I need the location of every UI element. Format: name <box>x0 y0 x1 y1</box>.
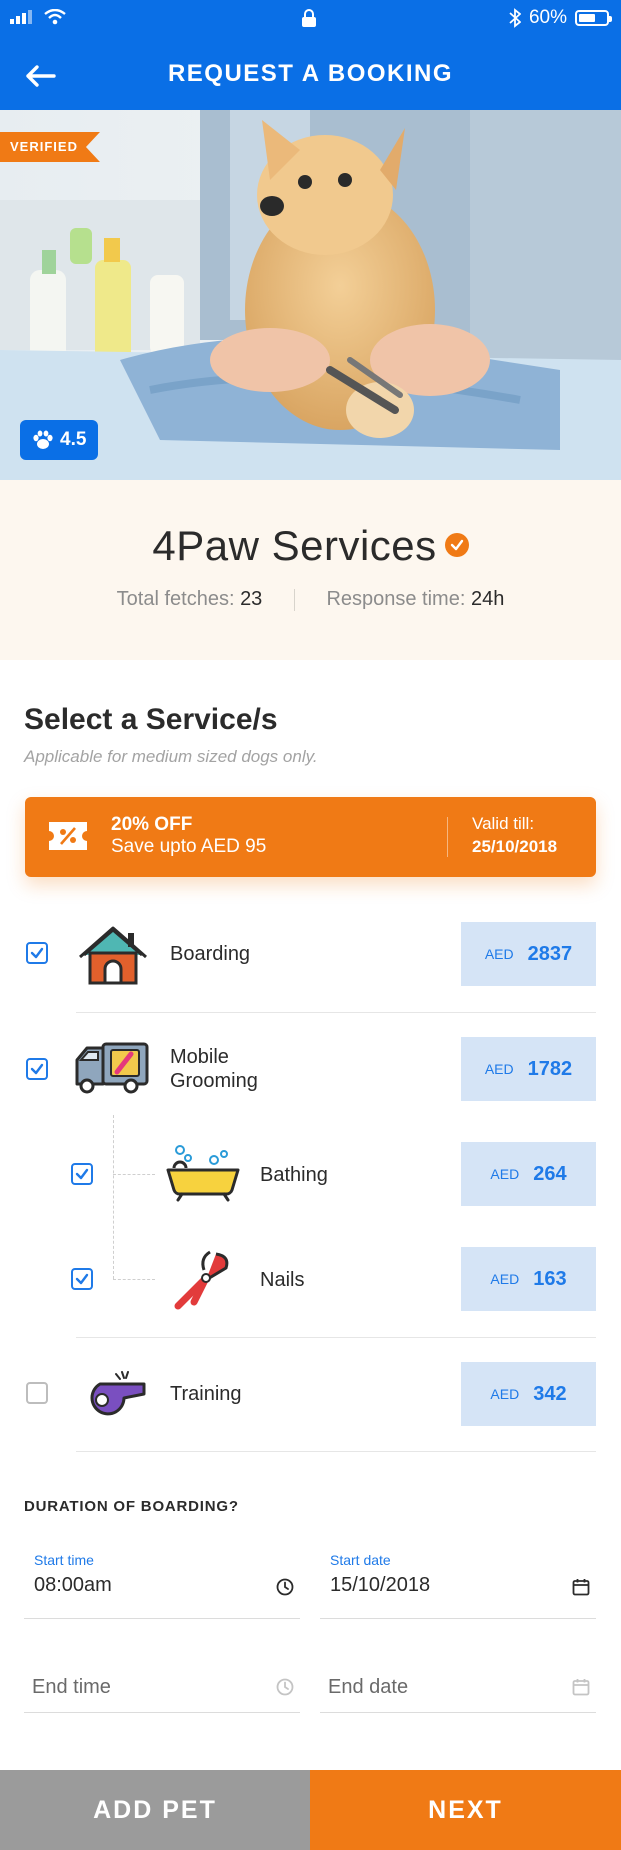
check-badge-icon <box>444 532 469 557</box>
provider-name-row: 4Paw Services <box>0 522 621 570</box>
price-amount: 2837 <box>527 942 573 965</box>
response-time-label: Response time: <box>326 588 466 610</box>
house-icon <box>79 926 147 985</box>
offer-valid-date: 25/10/2018 <box>472 837 558 856</box>
price-amount: 342 <box>533 1382 567 1405</box>
price-bathing[interactable]: AED 264 <box>461 1142 596 1206</box>
whistle-icon <box>90 1371 146 1416</box>
price-currency: AED <box>484 1061 514 1077</box>
offer-title: 20% OFF <box>111 814 193 835</box>
verified-badge: VERIFIED <box>0 132 100 162</box>
start-time-value: 08:00am <box>34 1574 112 1596</box>
checkbox-boarding[interactable] <box>26 942 48 964</box>
check-icon <box>30 1063 44 1075</box>
price-amount: 1782 <box>527 1057 573 1080</box>
start-date-field[interactable]: Start date 15/10/2018 <box>320 1538 596 1619</box>
rating-value: 4.5 <box>60 429 87 450</box>
price-nails[interactable]: AED 163 <box>461 1247 596 1311</box>
service-divider <box>76 1012 596 1013</box>
page-title: REQUEST A BOOKING <box>167 60 454 87</box>
status-right: 60% <box>509 7 612 29</box>
calendar-icon <box>572 1579 590 1596</box>
service-label-line2: Grooming <box>170 1070 258 1092</box>
section-title: Select a Service/s <box>24 703 278 736</box>
end-time-placeholder: End time <box>32 1676 111 1698</box>
service-label-boarding: Boarding <box>170 943 251 965</box>
bathtub-icon <box>166 1145 240 1202</box>
section-subtitle: Applicable for medium sized dogs only. <box>24 747 318 766</box>
price-mobile-grooming[interactable]: AED 1782 <box>461 1037 596 1101</box>
checkbox-bathing[interactable] <box>71 1163 93 1185</box>
checkbox-mobile-grooming[interactable] <box>26 1058 48 1080</box>
status-bar: 60% <box>0 0 621 38</box>
service-label-bathing: Bathing <box>260 1164 328 1186</box>
end-date-field[interactable]: End date <box>320 1632 596 1713</box>
provider-name: 4Paw Services <box>152 522 437 569</box>
price-boarding[interactable]: AED 2837 <box>461 922 596 986</box>
checkbox-training[interactable] <box>26 1382 48 1404</box>
start-date-label: Start date <box>330 1552 391 1568</box>
tree-connector-bathing <box>113 1174 155 1175</box>
check-icon <box>75 1168 89 1180</box>
calendar-icon <box>572 1679 590 1696</box>
battery-level <box>579 14 595 22</box>
coupon-icon <box>49 822 87 850</box>
checkbox-nails[interactable] <box>71 1268 93 1290</box>
bottom-action-bar: ADD PET NEXT <box>0 1770 621 1850</box>
signal-icon <box>10 10 32 24</box>
battery-percent: 60% <box>528 7 567 28</box>
clock-icon <box>276 1678 294 1696</box>
service-divider <box>76 1337 596 1338</box>
price-amount: 163 <box>533 1267 567 1290</box>
service-label-mobile-grooming: Mobile Grooming <box>170 1045 258 1093</box>
app-header: 60% REQUEST A BOOKING <box>0 0 621 110</box>
status-left <box>10 9 66 25</box>
offer-valid-label: Valid till: <box>472 814 535 833</box>
price-amount: 264 <box>533 1162 567 1185</box>
offer-subtitle: Save upto AED 95 <box>111 836 267 857</box>
provider-card: 4Paw Services Total fetches: 23 Response… <box>0 480 621 660</box>
clock-icon <box>276 1578 294 1596</box>
start-time-field[interactable]: Start time 08:00am <box>24 1538 300 1619</box>
price-training[interactable]: AED 342 <box>461 1362 596 1426</box>
add-pet-button[interactable]: ADD PET <box>0 1770 310 1850</box>
wifi-icon <box>44 9 66 25</box>
lock-icon <box>301 8 317 33</box>
service-label-training: Training <box>170 1383 242 1405</box>
price-currency: AED <box>490 1271 520 1287</box>
provider-stats: Total fetches: 23 Response time: 24h <box>0 588 621 611</box>
start-date-value: 15/10/2018 <box>330 1574 431 1596</box>
end-date-placeholder: End date <box>328 1676 409 1698</box>
price-currency: AED <box>484 946 514 962</box>
stats-divider <box>293 588 295 611</box>
tree-connector <box>113 1115 114 1279</box>
total-fetches-value: 23 <box>240 588 263 610</box>
rating-badge: 4.5 <box>20 420 99 460</box>
total-fetches-label: Total fetches: <box>116 588 235 610</box>
nail-clipper-icon <box>174 1250 229 1310</box>
service-divider <box>76 1451 596 1452</box>
service-label-nails: Nails <box>260 1269 305 1291</box>
grooming-van-icon <box>75 1042 149 1094</box>
end-time-field[interactable]: End time <box>24 1632 300 1713</box>
start-time-label: Start time <box>34 1552 94 1568</box>
offer-banner[interactable]: 20% OFF Save upto AED 95 Valid till: 25/… <box>25 797 596 877</box>
next-button[interactable]: NEXT <box>310 1770 621 1850</box>
duration-title: DURATION OF BOARDING? <box>24 1498 239 1515</box>
battery-icon <box>575 10 612 26</box>
price-currency: AED <box>490 1386 520 1402</box>
offer-divider <box>447 817 448 857</box>
check-icon <box>75 1273 89 1285</box>
response-time-value: 24h <box>470 588 505 610</box>
check-icon <box>30 947 44 959</box>
hero-image: VERIFIED 4.5 <box>0 110 621 480</box>
tree-connector-nails <box>113 1279 155 1280</box>
bluetooth-icon <box>509 8 521 28</box>
service-label-line1: Mobile <box>170 1046 229 1068</box>
paw-icon <box>33 430 53 449</box>
price-currency: AED <box>490 1166 520 1182</box>
